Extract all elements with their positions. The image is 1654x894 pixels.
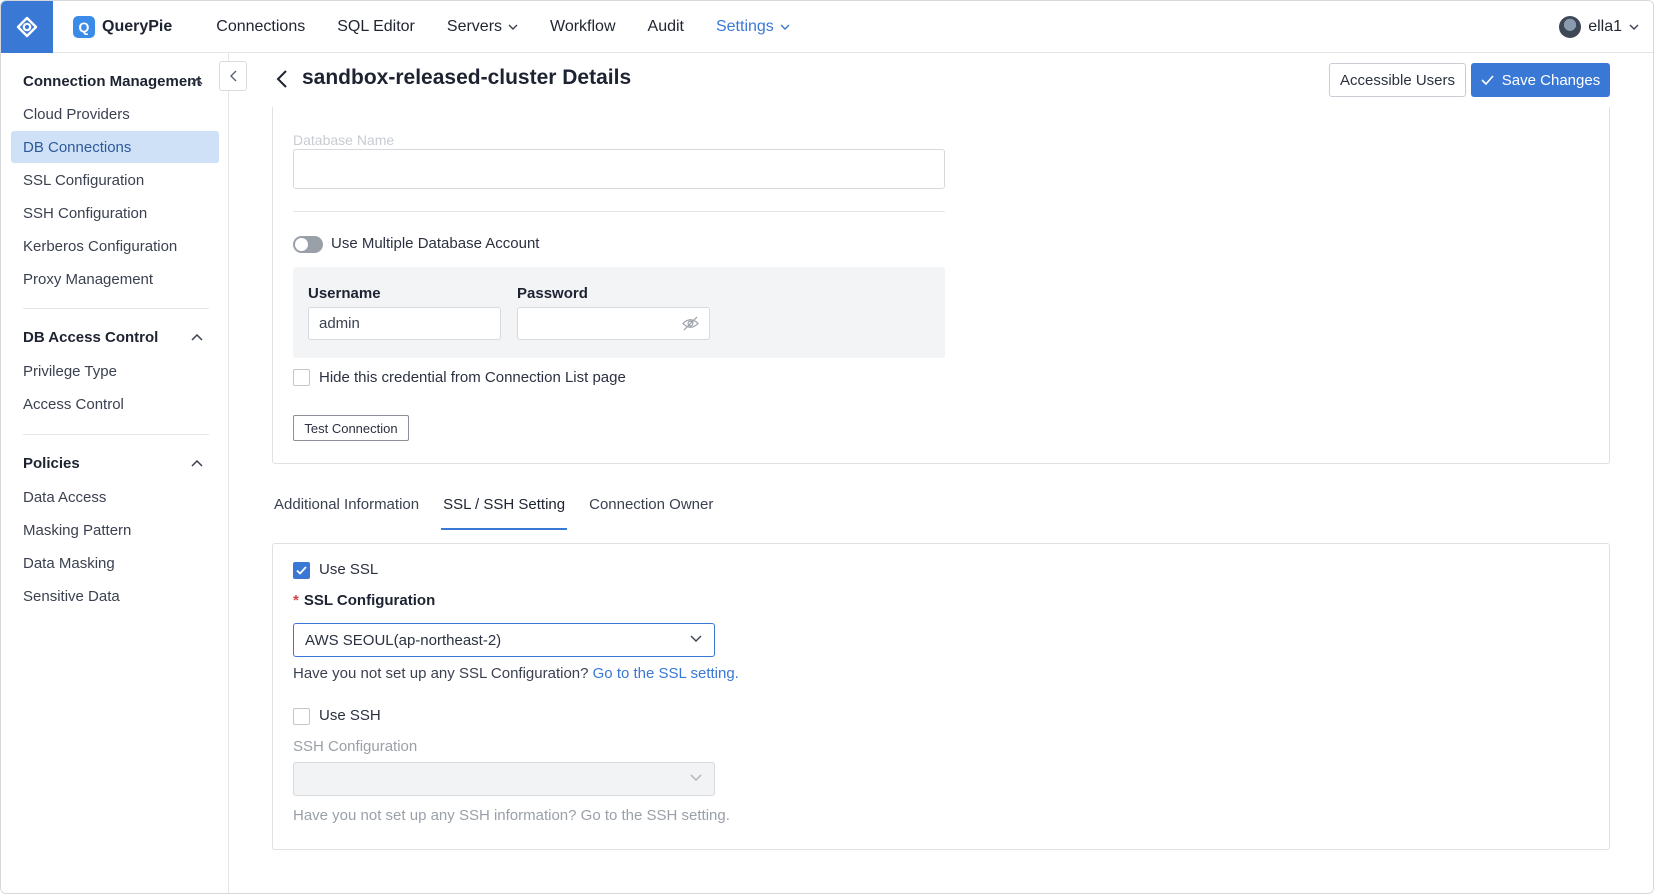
querypie-logo-icon: Q [73,15,95,38]
button-label: Test Connection [304,420,398,436]
brand[interactable]: Q QueryPie [73,15,173,38]
sidebar-item-sensitive-data[interactable]: Sensitive Data [11,580,219,612]
button-label: Save Changes [1501,71,1601,89]
nav-sql-editor[interactable]: SQL Editor [337,18,415,36]
page-header: sandbox-released-cluster Details Accessi… [230,53,1653,107]
ssl-configuration-select[interactable]: AWS SEOUL(ap-northeast-2) [293,623,715,657]
logo-icon [16,16,38,37]
label-text: SSL Configuration [303,592,436,609]
credentials-box: Username admin Password [293,267,945,358]
sidebar-item-data-access[interactable]: Data Access [11,481,219,513]
accessible-users-button[interactable]: Accessible Users [1329,63,1466,97]
app-window: Q QueryPie Connections SQL Editor Server… [0,0,1654,894]
chevron-up-icon[interactable] [191,334,203,341]
hide-credential-checkbox[interactable] [293,369,310,386]
button-label: Accessible Users [1339,71,1456,89]
use-ssl-checkbox[interactable] [293,562,310,579]
tab-additional-information[interactable]: Additional Information [272,490,421,530]
sidebar-divider [23,308,209,309]
check-icon [296,566,307,575]
sidebar-item-access-control[interactable]: Access Control [11,388,219,420]
sidebar-group-connection-management[interactable]: Connection Management [23,73,201,90]
ssh-configuration-select[interactable] [293,762,715,796]
sidebar-group-policies[interactable]: Policies [23,455,80,472]
chevron-left-icon [229,70,236,82]
chevron-down-icon [690,774,702,781]
nav-label: Connections [216,17,306,35]
username-input[interactable]: admin [308,307,501,340]
user-name: ella1 [1588,18,1622,35]
sidebar-item-ssl-configuration[interactable]: SSL Configuration [11,164,219,196]
ssh-configuration-label: SSH Configuration [293,738,418,755]
tab-connection-owner[interactable]: Connection Owner [587,490,715,530]
ssl-ssh-card [272,543,1610,850]
chevron-down-icon [780,24,790,30]
sidebar-item-masking-pattern[interactable]: Masking Pattern [11,514,219,546]
multiple-account-label: Use Multiple Database Account [331,235,540,252]
sidebar-item-privilege-type[interactable]: Privilege Type [11,355,219,387]
help-text: Have you not set up any SSL Configuratio… [293,665,589,682]
main-content: Database Name sandbox-released-cluster D… [230,53,1653,893]
ssl-configuration-label: * SSL Configuration [293,592,435,609]
eye-off-icon[interactable] [682,316,699,331]
avatar [1559,16,1582,38]
multiple-account-toggle[interactable] [293,236,323,253]
brand-name: QueryPie [102,17,173,35]
database-name-input[interactable] [293,149,945,189]
page-title: sandbox-released-cluster Details [302,66,632,89]
user-menu[interactable]: ella1 [1559,1,1639,53]
database-name-label: Database Name [293,132,395,148]
nav-audit[interactable]: Audit [648,18,684,36]
sidebar-item-db-connections[interactable]: DB Connections [11,131,219,163]
top-nav: Q QueryPie Connections SQL Editor Server… [1,1,1653,53]
sidebar-item-cloud-providers[interactable]: Cloud Providers [11,98,219,130]
nav-settings[interactable]: Settings [716,18,790,36]
username-value: admin [319,315,360,332]
sidebar-group-db-access-control[interactable]: DB Access Control [23,329,158,346]
hide-credential-label: Hide this credential from Connection Lis… [319,369,626,386]
use-ssh-label: Use SSH [319,707,381,724]
ssl-setting-link[interactable]: Go to the SSL setting. [593,665,739,682]
chevron-down-icon [508,24,518,30]
sidebar: Connection Management Cloud Providers DB… [1,53,229,893]
use-ssh-checkbox[interactable] [293,708,310,725]
sidebar-item-proxy-management[interactable]: Proxy Management [11,263,219,295]
sidebar-item-data-masking[interactable]: Data Masking [11,547,219,579]
home-logo-button[interactable] [1,1,53,53]
selected-value: AWS SEOUL(ap-northeast-2) [305,631,502,649]
nav-label: Audit [647,17,684,35]
password-input[interactable] [517,307,710,340]
chevron-down-icon [690,635,702,642]
ssh-help-text: Have you not set up any SSH information?… [293,807,730,824]
use-ssl-label: Use SSL [319,561,379,578]
sidebar-item-ssh-configuration[interactable]: SSH Configuration [11,197,219,229]
save-changes-button[interactable]: Save Changes [1471,63,1610,97]
nav-label: Settings [715,17,774,35]
tab-ssl-ssh-setting[interactable]: SSL / SSH Setting [441,490,568,530]
chevron-up-icon[interactable] [191,78,203,85]
nav-label: Servers [446,17,503,35]
nav-servers[interactable]: Servers [447,18,518,36]
sidebar-item-kerberos-configuration[interactable]: Kerberos Configuration [11,230,219,262]
test-connection-button[interactable]: Test Connection [293,415,409,441]
back-arrow-icon[interactable] [276,69,288,89]
nav-workflow[interactable]: Workflow [550,18,616,36]
nav-label: Workflow [550,17,616,35]
nav-label: SQL Editor [337,17,415,35]
username-label: Username [308,285,381,302]
check-icon [1481,75,1494,85]
password-label: Password [517,285,588,302]
chevron-up-icon[interactable] [191,460,203,467]
required-marker: * [293,592,299,609]
divider [293,211,945,212]
sidebar-collapse-button[interactable] [219,61,247,91]
detail-tabs: Additional Information SSL / SSH Setting… [272,490,735,530]
ssl-help-text: Have you not set up any SSL Configuratio… [293,665,739,682]
chevron-down-icon [1629,24,1639,30]
sidebar-divider [23,434,209,435]
nav-connections[interactable]: Connections [216,18,305,36]
